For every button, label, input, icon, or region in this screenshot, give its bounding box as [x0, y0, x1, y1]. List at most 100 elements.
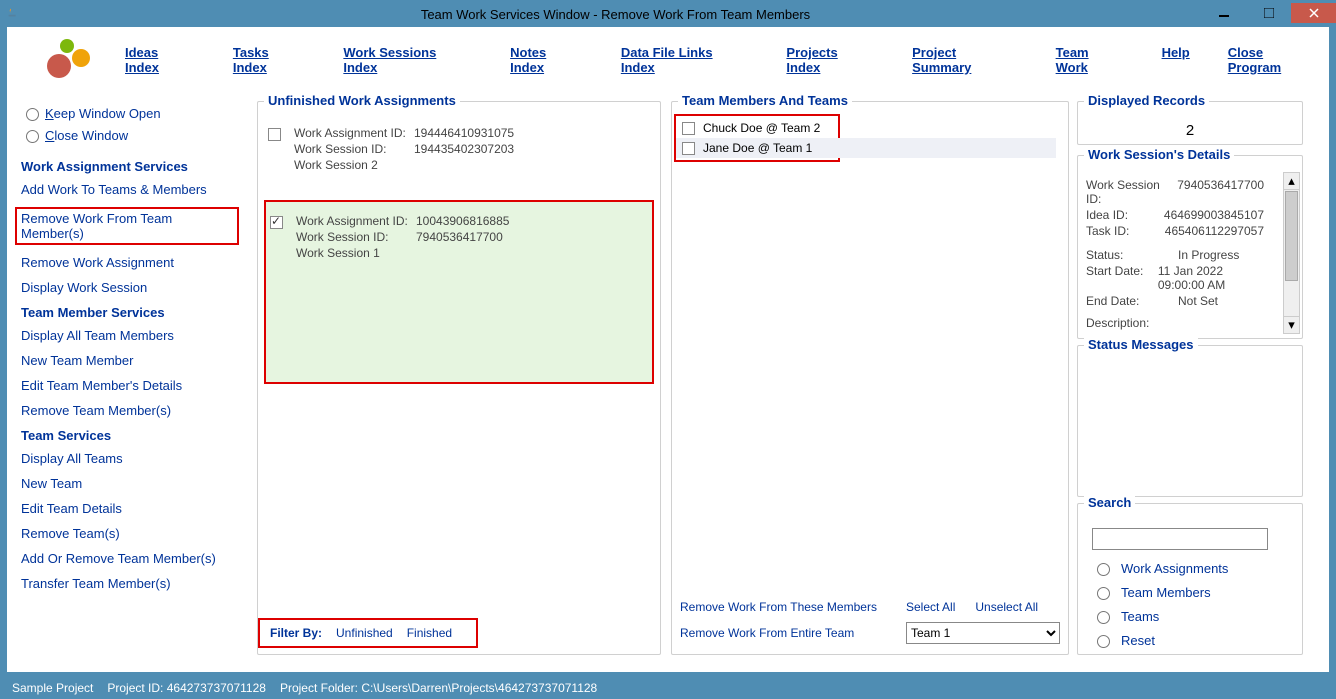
menu-team-work[interactable]: Team Work: [1056, 45, 1124, 75]
sidebar-link-edit-member[interactable]: Edit Team Member's Details: [21, 378, 251, 393]
search-teams-radio[interactable]: [1097, 611, 1110, 624]
maximize-button[interactable]: [1246, 3, 1291, 23]
search-option-label: Team Members: [1121, 585, 1211, 600]
team-member-row[interactable]: Chuck Doe @ Team 2: [676, 118, 838, 138]
close-window-label: Close Window: [45, 128, 128, 143]
app-logo: [35, 36, 93, 84]
member-name: Chuck Doe @ Team 2: [703, 121, 820, 135]
ws-details-title: Work Session's Details: [1084, 147, 1234, 162]
search-option-label: Reset: [1121, 633, 1155, 648]
statusbar: Sample Project Project ID: 4642737370711…: [0, 677, 1336, 699]
close-button[interactable]: [1291, 3, 1336, 23]
sidebar-link-display-teams[interactable]: Display All Teams: [21, 451, 251, 466]
idea-id-label: Idea ID:: [1086, 208, 1164, 222]
assignment-row[interactable]: Work Assignment ID:194446410931075 Work …: [264, 122, 654, 176]
search-option-label: Work Assignments: [1121, 561, 1228, 576]
sidebar-link-display-work-session[interactable]: Display Work Session: [21, 280, 251, 295]
ws-id: 194435402307203: [414, 142, 514, 156]
filter-unfinished[interactable]: Unfinished: [336, 626, 393, 640]
unselect-all-action[interactable]: Unselect All: [975, 600, 1038, 614]
menu-data-file[interactable]: Data File Links Index: [621, 45, 749, 75]
start-label: Start Date:: [1086, 264, 1158, 292]
sidebar-link-new-team[interactable]: New Team: [21, 476, 251, 491]
scroll-thumb[interactable]: [1285, 191, 1298, 281]
java-icon: [6, 6, 22, 22]
sidebar-link-edit-team[interactable]: Edit Team Details: [21, 501, 251, 516]
scroll-down-icon[interactable]: ▾: [1284, 316, 1299, 333]
sidebar-link-remove-work-assignment[interactable]: Remove Work Assignment: [21, 255, 251, 270]
team-member-row[interactable]: Jane Doe @ Team 1: [676, 138, 1056, 158]
search-reset-radio[interactable]: [1097, 635, 1110, 648]
idea-id-value: 464699003845107: [1164, 208, 1264, 222]
status-project: Sample Project: [12, 681, 93, 695]
sidebar-section-team-member: Team Member Services: [21, 305, 251, 320]
menu-notes[interactable]: Notes Index: [510, 45, 583, 75]
remove-members-action[interactable]: Remove Work From These Members: [680, 600, 886, 614]
menu-work-sessions[interactable]: Work Sessions Index: [343, 45, 472, 75]
sidebar: Keep Window Open Close Window Work Assig…: [7, 101, 251, 672]
end-label: End Date:: [1086, 294, 1178, 308]
keep-window-open-radio[interactable]: [26, 108, 39, 121]
status-messages-title: Status Messages: [1084, 337, 1198, 352]
sidebar-link-new-member[interactable]: New Team Member: [21, 353, 251, 368]
search-input[interactable]: [1092, 528, 1268, 550]
assignment-row-selected[interactable]: Work Assignment ID: 10043906816885 Work S…: [264, 200, 654, 384]
start-value: 11 Jan 2022 09:00:00 AM: [1158, 264, 1264, 292]
assignment-checkbox[interactable]: [268, 128, 281, 141]
sidebar-section-team: Team Services: [21, 428, 251, 443]
close-window-radio[interactable]: [26, 130, 39, 143]
member-checkbox[interactable]: [682, 122, 695, 135]
status-project-id: Project ID: 464273737071128: [107, 681, 266, 695]
wa-id: 194446410931075: [414, 126, 514, 140]
displayed-title: Displayed Records: [1084, 93, 1209, 108]
search-panel: Search Work Assignments Team Members Tea…: [1077, 503, 1303, 655]
filter-label: Filter By:: [270, 626, 322, 640]
desc-label: Description:: [1086, 316, 1178, 330]
scroll-up-icon[interactable]: ▴: [1284, 173, 1299, 190]
menu-projects[interactable]: Projects Index: [786, 45, 874, 75]
ws-name: Work Session 2: [294, 158, 410, 172]
ws-id-value: 7940536417700: [1177, 178, 1264, 206]
search-title: Search: [1084, 495, 1135, 510]
minimize-button[interactable]: [1201, 3, 1246, 23]
menu-tasks[interactable]: Tasks Index: [233, 45, 305, 75]
titlebar: Team Work Services Window - Remove Work …: [0, 0, 1336, 28]
displayed-records-panel: Displayed Records 2: [1077, 101, 1303, 145]
sidebar-link-add-remove-members[interactable]: Add Or Remove Team Member(s): [21, 551, 251, 566]
ws-label: Work Session ID:: [294, 142, 410, 156]
assignment-checkbox[interactable]: [270, 216, 283, 229]
member-checkbox[interactable]: [682, 142, 695, 155]
sidebar-link-display-members[interactable]: Display All Team Members: [21, 328, 251, 343]
ws-details-scrollbar[interactable]: ▴ ▾: [1283, 172, 1300, 334]
ws-id: 7940536417700: [416, 230, 509, 244]
sidebar-link-remove-work-members[interactable]: Remove Work From Team Member(s): [15, 207, 239, 245]
menu-project-summary[interactable]: Project Summary: [912, 45, 1018, 75]
search-work-assignments-radio[interactable]: [1097, 563, 1110, 576]
team-select[interactable]: Team 1: [906, 622, 1060, 644]
remove-team-action[interactable]: Remove Work From Entire Team: [680, 626, 886, 640]
menu-ideas[interactable]: Ideas Index: [125, 45, 195, 75]
unfinished-title: Unfinished Work Assignments: [264, 93, 460, 108]
status-value: In Progress: [1178, 248, 1239, 262]
sidebar-link-transfer-members[interactable]: Transfer Team Member(s): [21, 576, 251, 591]
menu-help[interactable]: Help: [1162, 45, 1190, 75]
menu-close-program[interactable]: Close Program: [1228, 45, 1319, 75]
wa-id: 10043906816885: [416, 214, 509, 228]
task-id-label: Task ID:: [1086, 224, 1165, 238]
search-team-members-radio[interactable]: [1097, 587, 1110, 600]
unfinished-panel: Unfinished Work Assignments Work Assignm…: [257, 101, 661, 655]
status-messages-panel: Status Messages: [1077, 345, 1303, 497]
filter-finished[interactable]: Finished: [407, 626, 452, 640]
status-folder: Project Folder: C:\Users\Darren\Projects…: [280, 681, 597, 695]
ws-name: Work Session 1: [296, 246, 412, 260]
sidebar-link-remove-team[interactable]: Remove Team(s): [21, 526, 251, 541]
sidebar-link-add-work[interactable]: Add Work To Teams & Members: [21, 182, 251, 197]
ws-id-label: Work Session ID:: [1086, 178, 1177, 206]
sidebar-section-work-assignment: Work Assignment Services: [21, 159, 251, 174]
team-members-title: Team Members And Teams: [678, 93, 852, 108]
team-member-list: Chuck Doe @ Team 2 Jane Doe @ Team 1: [674, 114, 840, 162]
select-all-action[interactable]: Select All: [906, 600, 955, 614]
filter-bar: Filter By: Unfinished Finished: [258, 618, 478, 648]
wa-label: Work Assignment ID:: [296, 214, 412, 228]
sidebar-link-remove-member[interactable]: Remove Team Member(s): [21, 403, 251, 418]
